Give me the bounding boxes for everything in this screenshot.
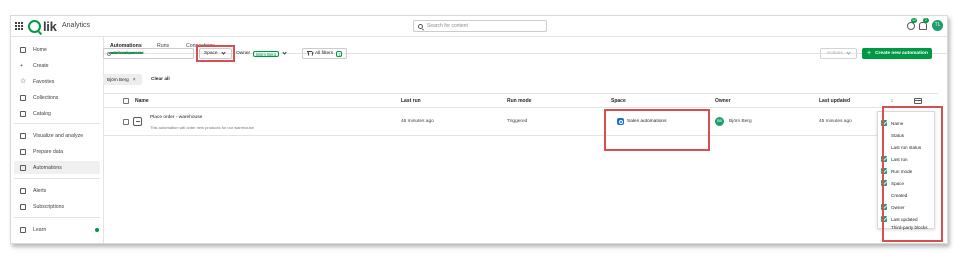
- visualize-icon: [20, 132, 26, 139]
- applied-filter-chip[interactable]: Björn Berg ×: [103, 74, 142, 85]
- create-label: Create new automation: [875, 51, 928, 56]
- sidebar-divider: [14, 178, 100, 179]
- last-run-value: 46 minutes ago: [401, 119, 434, 124]
- bell-icon[interactable]: [919, 22, 927, 30]
- table-header: Name Last run Run mode Space Owner Last …: [103, 93, 938, 108]
- column-header-run-mode[interactable]: Run mode: [507, 98, 531, 104]
- search-placeholder: Search for content: [427, 23, 468, 29]
- actions-button[interactable]: Actions: [820, 48, 857, 59]
- notification-badge: 12: [911, 18, 917, 23]
- sidebar-item-learn[interactable]: Learn: [14, 223, 100, 236]
- prepare-data-icon: [20, 148, 26, 155]
- sidebar-item-create[interactable]: + Create: [14, 59, 100, 72]
- filter-placeholder: Filter by name: [114, 51, 145, 56]
- owner-filter-chip: Björn Berg: [253, 50, 279, 57]
- sidebar-item-label: Home: [33, 46, 47, 53]
- sidebar-item-label: Catalog: [33, 110, 51, 117]
- top-bar: lik Analytics Search for content 12 2 TL: [11, 16, 947, 37]
- highlight-space-filter: [196, 45, 235, 62]
- plus-icon: +: [20, 62, 24, 69]
- sidebar-item-label: Create: [33, 62, 49, 69]
- app-name: Analytics: [62, 22, 91, 29]
- select-all-checkbox[interactable]: [123, 98, 129, 104]
- sidebar-item-label: Favorites: [33, 78, 55, 85]
- sidebar-item-label: Alerts: [33, 187, 47, 194]
- owner-avatar: BB: [715, 117, 724, 126]
- column-header-owner[interactable]: Owner: [715, 98, 731, 104]
- learn-icon: [20, 226, 26, 233]
- plus-icon: +: [867, 50, 872, 57]
- filter-icon: [307, 51, 312, 56]
- column-picker-icon[interactable]: [914, 98, 922, 104]
- sidebar-item-favorites[interactable]: ☆ Favorites: [14, 75, 100, 88]
- search-icon: [418, 23, 423, 29]
- all-filters-count: 1: [336, 50, 343, 57]
- sidebar-item-visualize[interactable]: Visualize and analyze: [14, 129, 100, 142]
- automation-description: This automation will order new products …: [150, 125, 254, 130]
- sidebar-item-label: Subscriptions: [33, 203, 65, 210]
- run-mode-value: Triggered: [507, 119, 528, 124]
- column-header-space[interactable]: Space: [611, 98, 626, 104]
- sidebar-item-alerts[interactable]: Alerts: [14, 184, 100, 197]
- collections-icon: [20, 94, 26, 101]
- sidebar-divider: [14, 123, 100, 124]
- sidebar-item-label: Collections: [33, 94, 59, 101]
- table-row[interactable]: Place order - warehouse This automation …: [103, 108, 879, 136]
- column-header-name[interactable]: Name: [135, 98, 149, 104]
- filter-by-name-input[interactable]: Filter by name: [103, 48, 194, 59]
- owner-filter-button[interactable]: Owner Björn Berg: [236, 48, 287, 59]
- owner-value: Björn Berg: [729, 119, 752, 124]
- chevron-down-icon: [846, 50, 851, 55]
- column-header-last-run[interactable]: Last run: [401, 98, 421, 104]
- highlight-column-picker: [882, 106, 943, 242]
- sidebar-item-subscriptions[interactable]: Subscriptions: [14, 200, 100, 213]
- create-automation-button[interactable]: + Create new automation: [862, 48, 932, 59]
- home-icon: [20, 46, 26, 53]
- row-checkbox[interactable]: [123, 119, 129, 125]
- last-updated-value: 45 minutes ago: [819, 119, 852, 124]
- sidebar-item-catalog[interactable]: Catalog: [14, 107, 100, 120]
- highlight-space-column: [604, 109, 710, 151]
- all-filters-label: All filters: [315, 51, 334, 56]
- sidebar-item-home[interactable]: Home: [14, 43, 100, 56]
- sidebar-divider: [14, 217, 100, 218]
- help-icon[interactable]: [907, 22, 915, 30]
- search-icon: [107, 52, 111, 56]
- sidebar-item-label: Learn: [33, 226, 47, 233]
- all-filters-button[interactable]: All filters 1: [302, 48, 347, 59]
- sidebar-item-label: Prepare data: [33, 148, 63, 155]
- sidebar-item-collections[interactable]: Collections: [14, 91, 100, 104]
- sidebar-item-automations[interactable]: Automations: [14, 161, 100, 174]
- chevron-down-icon: [282, 50, 287, 55]
- search-input[interactable]: Search for content: [413, 20, 547, 32]
- sidebar: Home + Create ☆ Favorites Collections Ca…: [11, 37, 104, 243]
- clear-all-button[interactable]: Clear all: [151, 77, 170, 82]
- automation-icon: [133, 117, 142, 126]
- sidebar-item-label: Visualize and analyze: [33, 132, 84, 139]
- learn-status-dot: [95, 228, 99, 232]
- owner-filter-label: Owner: [236, 51, 251, 56]
- app-launcher-icon[interactable]: [15, 22, 23, 30]
- chip-label: Björn Berg: [107, 77, 129, 82]
- alerts-icon: [20, 187, 26, 194]
- actions-label: Actions: [827, 51, 843, 56]
- column-header-last-updated[interactable]: Last updated: [819, 98, 850, 104]
- star-icon: ☆: [20, 77, 27, 85]
- sidebar-item-label: Automations: [33, 164, 62, 171]
- automation-name[interactable]: Place order - warehouse: [150, 115, 202, 120]
- sidebar-item-prepare-data[interactable]: Prepare data: [14, 145, 100, 158]
- subscriptions-icon: [20, 203, 26, 210]
- catalog-icon: [20, 110, 26, 117]
- close-icon[interactable]: ×: [133, 77, 136, 83]
- automations-icon: [20, 164, 26, 171]
- user-avatar[interactable]: TL: [932, 20, 943, 31]
- qlik-logo[interactable]: lik: [28, 19, 57, 34]
- bell-badge: 2: [923, 18, 929, 23]
